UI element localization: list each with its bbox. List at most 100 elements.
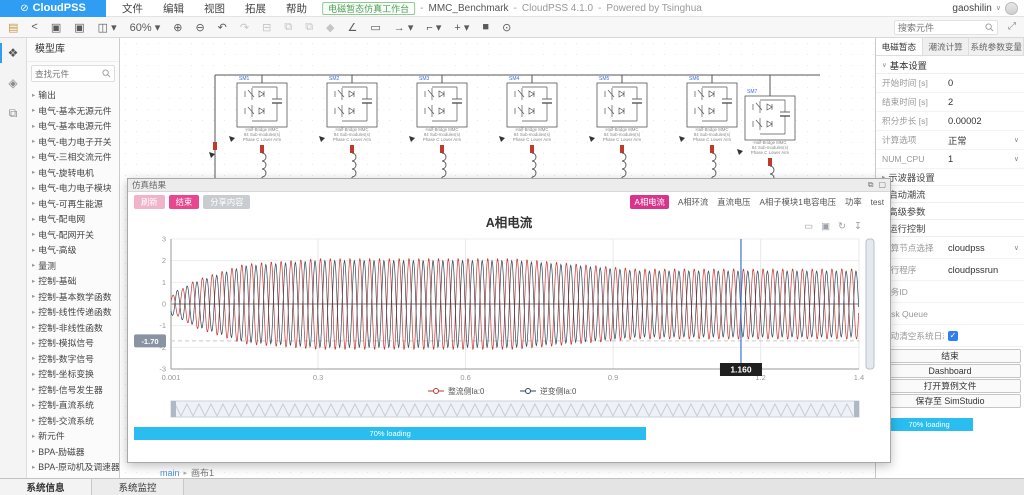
components-icon[interactable]: ❖ <box>0 38 26 68</box>
component-search[interactable] <box>894 20 998 35</box>
sidebar-item-21[interactable]: ▸控制-交流系统 <box>27 413 119 429</box>
arrow-tool-icon[interactable]: → ▾ <box>394 21 414 34</box>
add-tool-icon[interactable]: + ▾ <box>454 21 469 34</box>
workspace-tag[interactable]: 电磁暂态仿真工作台 <box>322 2 415 15</box>
param-value[interactable]: 0.00002 <box>944 116 1024 126</box>
zoom-level-select[interactable]: 60% ▾ <box>130 21 161 34</box>
layout-icon[interactable]: ◫ ▾ <box>98 21 117 34</box>
pen-icon[interactable]: ∠ <box>348 21 358 34</box>
sidebar-item-24[interactable]: ▸BPA-原动机及调速器 <box>27 459 119 475</box>
sidebar-item-10[interactable]: ▸电气-高级 <box>27 242 119 258</box>
sidebar-item-0[interactable]: ▸输出 <box>27 87 119 103</box>
box-select-icon[interactable]: ▭ <box>804 221 813 232</box>
results-button-2[interactable]: 分享内容 <box>203 195 250 209</box>
stop-icon[interactable]: ■ <box>482 21 489 33</box>
checkbox-checked-icon[interactable]: ✓ <box>948 331 958 341</box>
help-icon[interactable]: ⊙ <box>502 21 511 34</box>
sidebar-item-1[interactable]: ▸电气-基本无源元件 <box>27 103 119 119</box>
fill-icon: ◆ <box>326 21 334 34</box>
settings-tab-0[interactable]: 电磁暂态 <box>876 38 923 55</box>
user-menu[interactable]: gaoshilin ∨ <box>952 2 1018 15</box>
param-select[interactable]: cloudpss <box>944 243 1024 253</box>
sidebar-item-3[interactable]: ▸电气-电力电子开关 <box>27 134 119 150</box>
share-icon[interactable]: < <box>31 21 37 33</box>
collapsed-section-2[interactable]: ▸高级参数 <box>876 203 1024 220</box>
param-select[interactable]: 正常 <box>944 133 1024 147</box>
search-icon <box>985 23 994 32</box>
wire-tool-icon[interactable]: ⌐ ▾ <box>426 21 441 34</box>
sidebar-item-23[interactable]: ▸BPA-励磁器 <box>27 444 119 460</box>
zoom-out-icon[interactable]: ⊖ <box>195 21 204 34</box>
plot-tab-3[interactable]: A相子模块1电容电压 <box>759 196 836 208</box>
panel-button-3[interactable]: 保存至 SimStudio <box>880 394 1021 408</box>
collapsed-section-3[interactable]: ▸运行控制 <box>876 220 1024 237</box>
save-as-icon[interactable]: ▣ <box>74 21 84 34</box>
sidebar-item-22[interactable]: ▸新元件 <box>27 428 119 444</box>
expand-icon[interactable]: ⤢ <box>1008 21 1016 32</box>
basic-settings-section[interactable]: ∨ 基本设置 <box>876 56 1024 74</box>
breadcrumb-root[interactable]: main <box>160 468 180 478</box>
sidebar-item-16[interactable]: ▸控制-模拟信号 <box>27 335 119 351</box>
collapsed-section-1[interactable]: ▸启动潮流 <box>876 186 1024 203</box>
settings-tab-1[interactable]: 潮流计算 <box>923 38 970 55</box>
cloudpss-logo[interactable]: ⊘ CloudPSS <box>0 0 106 17</box>
sidebar-item-2[interactable]: ▸电气-基本电源元件 <box>27 118 119 134</box>
component-search-input[interactable] <box>898 23 982 33</box>
menu-item-4[interactable]: 帮助 <box>286 1 307 16</box>
plot-tab-0[interactable]: A相电流 <box>630 195 668 209</box>
sidebar-item-12[interactable]: ▸控制-基础 <box>27 273 119 289</box>
statusbar-tab-1[interactable]: 系统监控 <box>92 479 184 495</box>
sidebar-item-19[interactable]: ▸控制-信号发生器 <box>27 382 119 398</box>
layers-icon[interactable]: ◈ <box>0 68 26 98</box>
box-zoom-icon[interactable]: ▣ <box>821 221 830 232</box>
component-filter[interactable] <box>31 65 115 82</box>
param-select[interactable]: 1 <box>944 154 1024 164</box>
results-button-1[interactable]: 结束 <box>169 195 200 209</box>
menu-item-2[interactable]: 视图 <box>204 1 225 16</box>
panel-button-0[interactable]: 结束 <box>880 349 1021 363</box>
sidebar-item-14[interactable]: ▸控制-线性传递函数 <box>27 304 119 320</box>
reset-icon[interactable]: ↻ <box>838 221 846 232</box>
sidebar-item-7[interactable]: ▸电气-可再生能源 <box>27 196 119 212</box>
plot-tab-4[interactable]: 功率 <box>845 196 862 208</box>
sidebar-item-5[interactable]: ▸电气-旋转电机 <box>27 165 119 181</box>
sidebar-item-4[interactable]: ▸电气-三相交流元件 <box>27 149 119 165</box>
menu-item-1[interactable]: 编辑 <box>163 1 184 16</box>
sidebar-item-11[interactable]: ▸量测 <box>27 258 119 274</box>
avatar[interactable] <box>1005 2 1018 15</box>
sidebar-item-20[interactable]: ▸控制-直流系统 <box>27 397 119 413</box>
sidebar-item-17[interactable]: ▸控制-数字信号 <box>27 351 119 367</box>
component-library-icon[interactable]: ▤ <box>8 21 18 34</box>
undo-icon[interactable]: ↶ <box>218 21 227 34</box>
sidebar-item-18[interactable]: ▸控制-坐标变换 <box>27 366 119 382</box>
sidebar-item-15[interactable]: ▸控制-非线性函数 <box>27 320 119 336</box>
statusbar-tab-0[interactable]: 系统信息 <box>0 479 92 495</box>
component-filter-input[interactable] <box>35 69 101 79</box>
svg-text:SM6: SM6 <box>689 76 700 82</box>
sidebar-item-9[interactable]: ▸电气-配网开关 <box>27 227 119 243</box>
menu-item-0[interactable]: 文件 <box>122 1 143 16</box>
results-button-0[interactable]: 刷新 <box>134 195 165 209</box>
param-value[interactable]: 0 <box>944 78 1024 88</box>
simulation-results-window[interactable]: 仿真结果 ⧉▢ 刷新结束分享内容 A相电流A相环流直流电压A相子模块1电容电压功… <box>127 178 891 463</box>
documents-icon[interactable]: ⧉ <box>0 98 26 128</box>
param-label: 计算选项 <box>876 134 944 146</box>
plot-tab-5[interactable]: test <box>871 197 884 207</box>
download-icon[interactable]: ↧ <box>854 221 862 232</box>
zoom-in-icon[interactable]: ⊕ <box>173 21 182 34</box>
collapsed-section-0[interactable]: ▸示波器设置 <box>876 169 1024 186</box>
sidebar-item-6[interactable]: ▸电气-电力电子模块 <box>27 180 119 196</box>
plot-tab-1[interactable]: A相环流 <box>678 196 708 208</box>
settings-tab-2[interactable]: 系统参数变量 <box>969 38 1024 55</box>
param-label: 结束时间 [s] <box>876 96 944 108</box>
shape-icon[interactable]: ▭ <box>370 21 380 34</box>
plot-tab-2[interactable]: 直流电压 <box>717 196 750 208</box>
param-value[interactable]: cloudpssrun <box>944 265 1024 275</box>
panel-button-2[interactable]: 打开算例文件 <box>880 379 1021 393</box>
sidebar-item-13[interactable]: ▸控制-基本数学函数 <box>27 289 119 305</box>
sidebar-item-8[interactable]: ▸电气-配电网 <box>27 211 119 227</box>
menu-item-3[interactable]: 拓展 <box>245 1 266 16</box>
param-value[interactable]: 2 <box>944 97 1024 107</box>
panel-button-1[interactable]: Dashboard <box>880 364 1021 378</box>
save-icon[interactable]: ▣ <box>51 21 61 34</box>
